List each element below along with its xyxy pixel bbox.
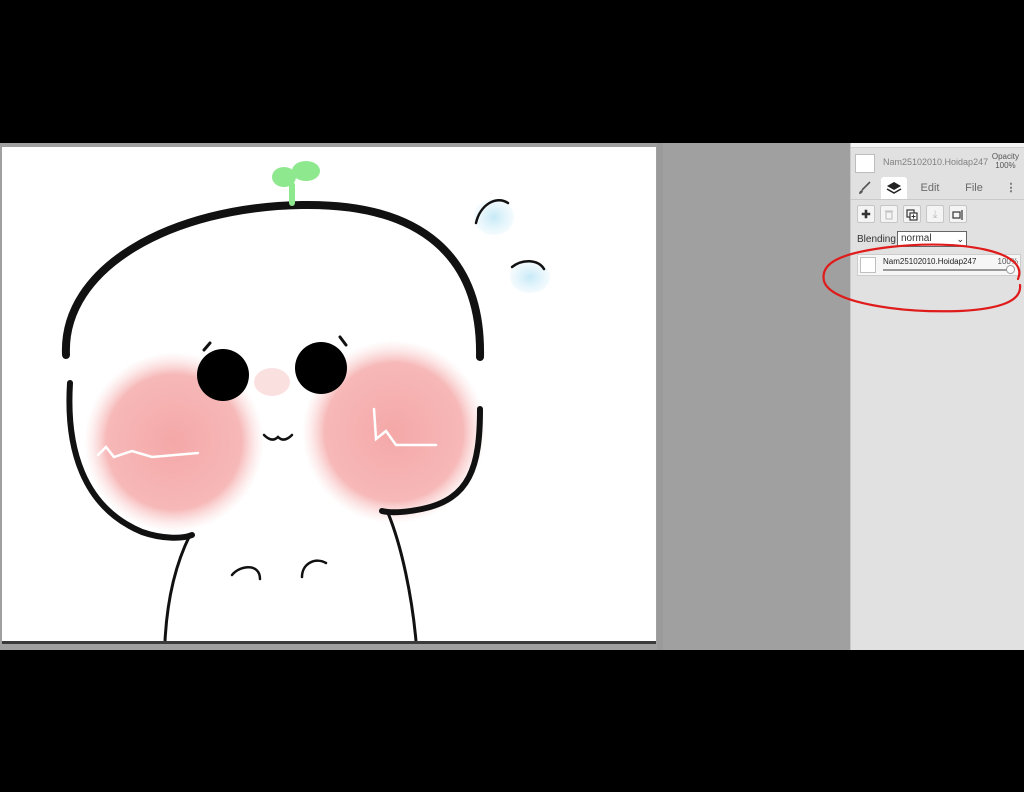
document-opacity: Opacity 100% (992, 152, 1019, 170)
panel-top-strip (851, 143, 1024, 148)
layers-icon (886, 182, 902, 194)
duplicate-layer-icon (906, 209, 918, 221)
layer-thumbnail-icon (860, 257, 876, 273)
right-eyebrow (338, 335, 348, 347)
right-hand (300, 559, 328, 579)
document-row: Nam25102010.Hoidap247 Opacity 100% (853, 151, 1023, 177)
panel-tabs: Edit File ⋮ (851, 177, 1024, 200)
delete-layer-icon (885, 210, 893, 220)
canvas-scroll-gutter[interactable] (657, 143, 663, 650)
paint-app-window: Nam25102010.Hoidap247 Opacity 100% Edit (0, 143, 1024, 650)
tab-layers[interactable] (881, 177, 907, 199)
drawing-canvas[interactable] (2, 147, 656, 644)
opacity-label: Opacity (991, 152, 1019, 161)
opacity-value: 100% (995, 161, 1016, 170)
head-outline (61, 200, 485, 361)
document-name: Nam25102010.Hoidap247 (883, 157, 989, 167)
layer-properties-icon (952, 210, 963, 220)
body-right (386, 512, 418, 641)
body-left (163, 534, 192, 641)
sweat-drop-bottom (510, 261, 550, 293)
add-layer-icon: ✚ (861, 209, 871, 221)
layer-properties-button[interactable] (949, 205, 967, 223)
left-eye (197, 349, 249, 401)
brush-icon (859, 181, 871, 194)
blending-row: Blending normal ⌄ (857, 231, 1024, 249)
delete-layer-button[interactable] (880, 205, 898, 223)
merge-down-button[interactable]: ⤓ (926, 205, 944, 223)
layer-toolbar: ✚ ⤓ (857, 205, 1024, 225)
blending-value: normal (901, 233, 932, 244)
nose-mark (254, 368, 290, 396)
duplicate-layer-button[interactable] (903, 205, 921, 223)
add-layer-button[interactable]: ✚ (857, 205, 875, 223)
blending-select[interactable]: normal ⌄ (897, 231, 967, 247)
layer-item[interactable]: Nam25102010.Hoidap247 100% (857, 254, 1021, 276)
mouth (262, 433, 294, 441)
tab-more[interactable]: ⋮ (1003, 177, 1019, 199)
document-thumbnail-icon (855, 154, 875, 173)
tab-file[interactable]: File (959, 177, 989, 199)
layer-name: Nam25102010.Hoidap247 (883, 257, 977, 266)
left-hand (230, 566, 262, 581)
sprout-leaf-right (292, 161, 320, 181)
more-vertical-icon: ⋮ (1005, 182, 1017, 194)
layer-opacity-slider-knob[interactable] (1006, 265, 1015, 274)
layer-opacity-slider[interactable] (883, 265, 1015, 274)
blending-label: Blending (857, 234, 896, 245)
left-eyebrow (202, 341, 212, 352)
sweat-drop-top (474, 199, 514, 235)
right-eye (295, 342, 347, 394)
canvas-artwork (61, 161, 550, 641)
merge-down-icon: ⤓ (932, 209, 938, 221)
layer-opacity-slider-fill (883, 269, 1011, 271)
chevron-down-icon: ⌄ (956, 234, 964, 244)
tab-brush[interactable] (853, 177, 877, 199)
tab-edit[interactable]: Edit (915, 177, 945, 199)
layers-panel: Nam25102010.Hoidap247 Opacity 100% Edit (850, 143, 1024, 650)
